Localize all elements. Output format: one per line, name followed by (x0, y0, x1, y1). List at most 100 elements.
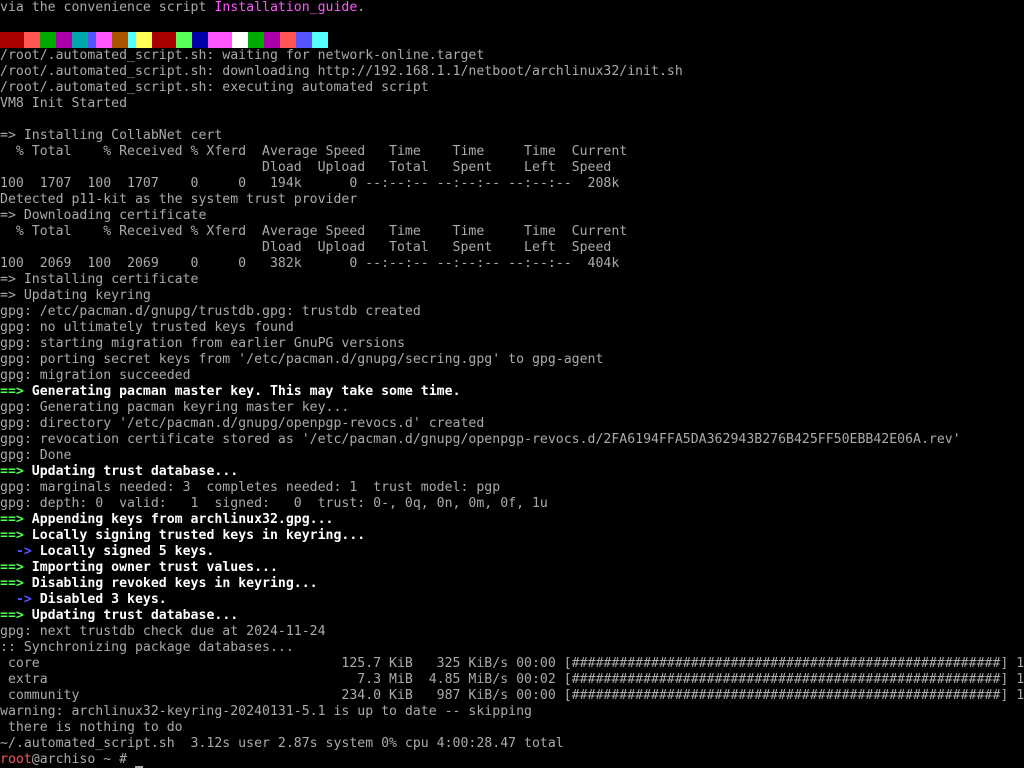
console-text: via the convenience script (0, 0, 215, 15)
console-text: => Downloading certificate (0, 208, 207, 223)
console-text: 100 1707 100 1707 0 0 194k 0 --:--:-- --… (0, 176, 620, 191)
console-text: gpg: starting migration from earlier Gnu… (0, 336, 405, 351)
console-text: :: Synchronizing package databases... (0, 640, 294, 655)
console-text: gpg: directory '/etc/pacman.d/gnupg/open… (0, 416, 485, 431)
console-text: 100 2069 100 2069 0 0 382k 0 --:--:-- --… (0, 256, 620, 271)
console-line: gpg: no ultimately trusted keys found (0, 320, 1024, 336)
console-line: gpg: revocation certificate stored as '/… (0, 432, 1024, 448)
console-text: => Installing certificate (0, 272, 199, 287)
console-text: Updating trust database... (23, 608, 239, 623)
console-text: -> (0, 544, 32, 559)
console-line: gpg: next trustdb check due at 2024-11-2… (0, 624, 1024, 640)
console-line: ==> Disabling revoked keys in keyring... (0, 576, 1024, 592)
console-text: % Total % Received % Xferd Average Speed… (0, 144, 628, 159)
console-line: gpg: directory '/etc/pacman.d/gnupg/open… (0, 416, 1024, 432)
console-line: ==> Importing owner trust values... (0, 560, 1024, 576)
console-text: => Updating keyring (0, 288, 151, 303)
console-line: Detected p11-kit as the system trust pro… (0, 192, 1024, 208)
console-line: core 125.7 KiB 325 KiB/s 00:00 [########… (0, 656, 1024, 672)
console-text: Updating trust database... (23, 464, 239, 479)
console-text: Installation_guide (214, 0, 358, 15)
console-line: gpg: migration succeeded (0, 368, 1024, 384)
console-text: gpg: Generating pacman keyring master ke… (0, 400, 350, 415)
console-text: gpg: depth: 0 valid: 1 signed: 0 trust: … (0, 496, 548, 511)
console-line: ==> Locally signing trusted keys in keyr… (0, 528, 1024, 544)
console-text: gpg: no ultimately trusted keys found (0, 320, 294, 335)
console-text: root (0, 752, 32, 767)
console-line: /root/.automated_script.sh: waiting for … (0, 48, 1024, 64)
console-line: % Total % Received % Xferd Average Speed… (0, 144, 1024, 160)
console-text: Disabling revoked keys in keyring... (23, 576, 318, 591)
console-text: gpg: next trustdb check due at 2024-11-2… (0, 624, 326, 639)
console-text: => Installing CollabNet cert (0, 128, 223, 143)
console-text: there is nothing to do (0, 720, 183, 735)
console-line: via the convenience script Installation_… (0, 0, 1024, 16)
console-line: gpg: porting secret keys from '/etc/pacm… (0, 352, 1024, 368)
terminal-console[interactable]: via the convenience script Installation_… (0, 0, 1024, 768)
console-text: gpg: migration succeeded (0, 368, 191, 383)
console-text: Disabled 3 keys. (31, 592, 167, 607)
console-line: gpg: /etc/pacman.d/gnupg/trustdb.gpg: tr… (0, 304, 1024, 320)
console-line: -> Disabled 3 keys. (0, 592, 1024, 608)
console-line: /root/.automated_script.sh: downloading … (0, 64, 1024, 80)
console-text: gpg: Done (0, 448, 72, 463)
console-text: gpg: marginals needed: 3 completes neede… (0, 480, 501, 495)
console-text: /root/.automated_script.sh: waiting for … (0, 48, 485, 63)
console-line: gpg: depth: 0 valid: 1 signed: 0 trust: … (0, 496, 1024, 512)
console-line: Dload Upload Total Spent Left Speed (0, 160, 1024, 176)
console-line: ~/.automated_script.sh 3.12s user 2.87s … (0, 736, 1024, 752)
console-line: ==> Appending keys from archlinux32.gpg.… (0, 512, 1024, 528)
console-line: => Installing CollabNet cert (0, 128, 1024, 144)
console-text: ==> (0, 464, 24, 479)
console-text: extra 7.3 MiB 4.85 MiB/s 00:02 [########… (0, 672, 1024, 687)
console-line: Dload Upload Total Spent Left Speed (0, 240, 1024, 256)
console-text: /root/.automated_script.sh: downloading … (0, 64, 683, 79)
console-text: ==> (0, 512, 24, 527)
console-text: Locally signed 5 keys. (31, 544, 215, 559)
console-line: ==> Updating trust database... (0, 464, 1024, 480)
console-text: gpg: porting secret keys from '/etc/pacm… (0, 352, 604, 367)
console-text: % Total % Received % Xferd Average Speed… (0, 224, 628, 239)
console-line: warning: archlinux32-keyring-20240131-5.… (0, 704, 1024, 720)
console-line: there is nothing to do (0, 720, 1024, 736)
console-text: ==> (0, 528, 24, 543)
console-line: => Installing certificate (0, 272, 1024, 288)
console-text: /root/.automated_script.sh: executing au… (0, 80, 429, 95)
console-line: VM8 Init Started (0, 96, 1024, 112)
console-line: :: Synchronizing package databases... (0, 640, 1024, 656)
console-text: @archiso ~ # (31, 752, 135, 767)
console-text: gpg: /etc/pacman.d/gnupg/trustdb.gpg: tr… (0, 304, 421, 319)
console-text: Detected p11-kit as the system trust pro… (0, 192, 358, 207)
console-text: core 125.7 KiB 325 KiB/s 00:00 [########… (0, 656, 1024, 671)
console-line: => Updating keyring (0, 288, 1024, 304)
console-line: gpg: Done (0, 448, 1024, 464)
console-text: Appending keys from archlinux32.gpg... (23, 512, 334, 527)
console-line: gpg: Generating pacman keyring master ke… (0, 400, 1024, 416)
console-line: 100 2069 100 2069 0 0 382k 0 --:--:-- --… (0, 256, 1024, 272)
console-text: gpg: revocation certificate stored as '/… (0, 432, 961, 447)
console-line: gpg: starting migration from earlier Gnu… (0, 336, 1024, 352)
console-text: ~/.automated_script.sh 3.12s user 2.87s … (0, 736, 564, 751)
console-text: warning: archlinux32-keyring-20240131-5.… (0, 704, 532, 719)
console-text: . (357, 0, 366, 15)
console-line: % Total % Received % Xferd Average Speed… (0, 224, 1024, 240)
console-text: VM8 Init Started (0, 96, 128, 111)
console-text: Generating pacman master key. This may t… (23, 384, 461, 399)
console-line: ==> Generating pacman master key. This m… (0, 384, 1024, 400)
console-text: ==> (0, 384, 24, 399)
console-line: 100 1707 100 1707 0 0 194k 0 --:--:-- --… (0, 176, 1024, 192)
console-line: -> Locally signed 5 keys. (0, 544, 1024, 560)
console-text: Locally signing trusted keys in keyring.… (23, 528, 366, 543)
console-line: root@archiso ~ # (0, 752, 1024, 768)
console-line: ==> Updating trust database... (0, 608, 1024, 624)
console-text: Importing owner trust values... (23, 560, 278, 575)
console-text: -> (0, 592, 32, 607)
console-line: extra 7.3 MiB 4.85 MiB/s 00:02 [########… (0, 672, 1024, 688)
console-text: community 234.0 KiB 987 KiB/s 00:00 [###… (0, 688, 1024, 703)
console-text: ==> (0, 560, 24, 575)
console-line: => Downloading certificate (0, 208, 1024, 224)
console-line: community 234.0 KiB 987 KiB/s 00:00 [###… (0, 688, 1024, 704)
